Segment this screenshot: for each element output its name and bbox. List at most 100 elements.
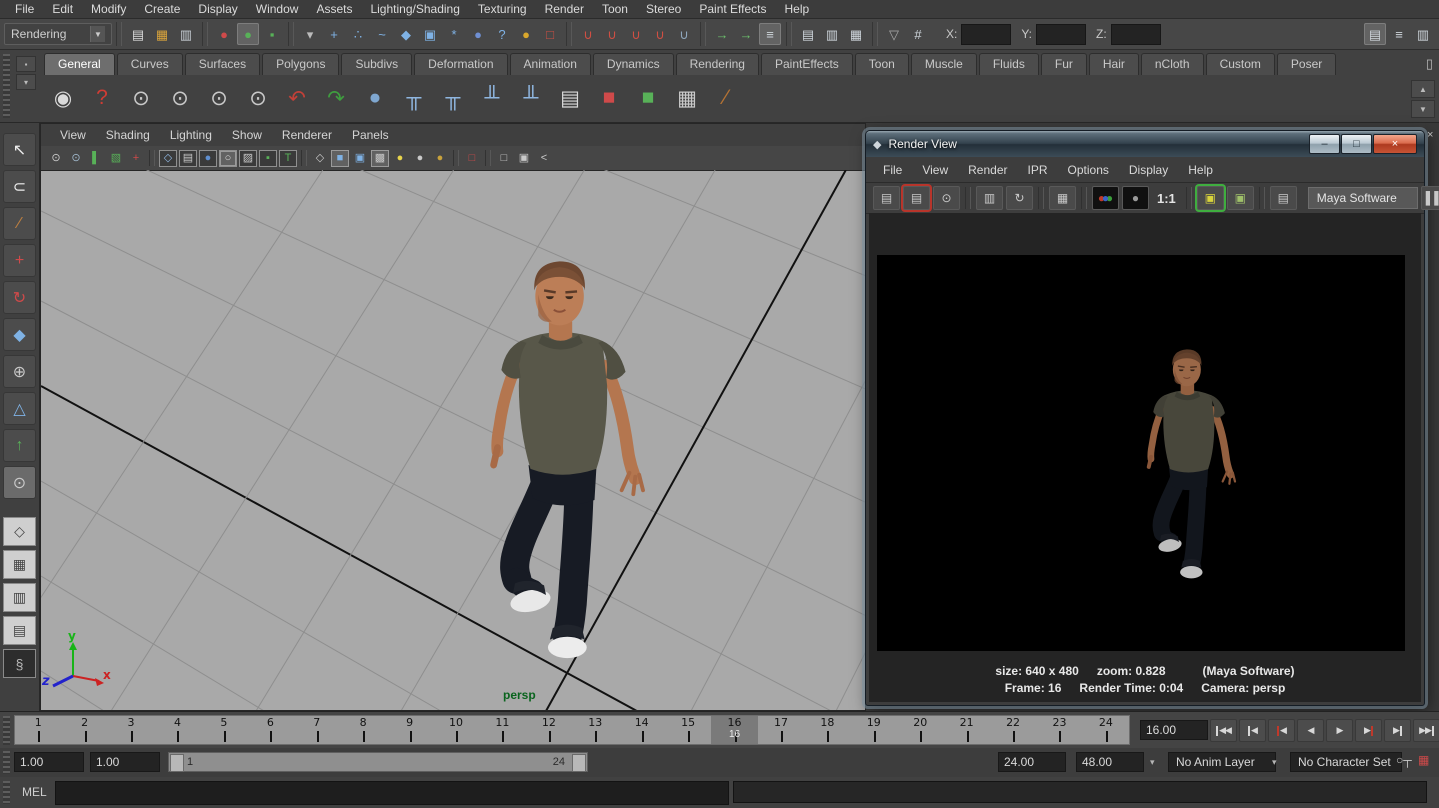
frame-6[interactable]: 6 [247,716,293,744]
paint-effects-icon[interactable]: ∕ [709,81,743,115]
frame-19[interactable]: 19 [851,716,897,744]
viewport-menu-panels[interactable]: Panels [343,126,398,144]
region-render-icon[interactable]: ▦ [1049,186,1076,210]
xray-icon[interactable]: □ [495,150,513,167]
flat-light-icon[interactable]: ● [411,150,429,167]
command-results-field[interactable] [733,781,1427,803]
channel-box-toggle-icon[interactable]: ▥ [1412,23,1434,45]
render-view-menu-help[interactable]: Help [1179,161,1222,179]
image-plane-icon[interactable]: ▧ [107,150,125,167]
menu-paint-effects[interactable]: Paint Effects [690,0,775,18]
toolbar-separator[interactable] [872,22,878,46]
input-connections-icon[interactable]: → [711,23,733,45]
rgb-channels-icon[interactable]: ● [1092,186,1119,210]
paint-select-tool[interactable]: ∕ [3,207,36,240]
select-component-icon[interactable]: ▪ [261,23,283,45]
animation-start-field[interactable] [14,752,84,772]
viewport-menu-show[interactable]: Show [223,126,271,144]
backface-culling-icon[interactable]: ▣ [515,150,533,167]
field-chart-icon[interactable]: ▪ [259,150,277,167]
frame-4[interactable]: 4 [154,716,200,744]
x-coordinate-input[interactable] [961,24,1011,45]
shelf-tab-curves[interactable]: Curves [117,53,183,75]
frame-18[interactable]: 18 [804,716,850,744]
shelf-tab-toon[interactable]: Toon [855,53,909,75]
render-current-frame-icon[interactable]: ▤ [797,23,819,45]
four-pane-layout[interactable]: ▦ [3,550,36,579]
joint-chain-icon-4[interactable]: ╨ [514,81,548,115]
select-hierarchy-icon[interactable]: ● [213,23,235,45]
shelf-grip[interactable] [3,54,10,118]
character-set-field[interactable]: No Character Set [1290,752,1402,772]
make-live-icon[interactable]: ∪ [673,23,695,45]
rangebar-grip[interactable] [3,751,10,774]
shelf-tab-hair[interactable]: Hair [1089,53,1139,75]
character-3d-model[interactable] [494,261,643,658]
joint-chain-icon-1[interactable]: ╥ [397,81,431,115]
select-object-icon[interactable]: ● [237,23,259,45]
rotate-tool[interactable]: ↻ [3,281,36,314]
tool-settings-toggle-icon[interactable]: ≡ [1388,23,1410,45]
render-view-menu-ipr[interactable]: IPR [1019,161,1057,179]
new-scene-icon[interactable]: ▤ [127,23,149,45]
shelf-tab-animation[interactable]: Animation [510,53,591,75]
safe-title-icon[interactable]: T [279,150,297,167]
viewport-menu-shading[interactable]: Shading [97,126,159,144]
lasso-select-tool[interactable]: ⊂ [3,170,36,203]
render-view-menu-file[interactable]: File [874,161,911,179]
shelf-row-toggle[interactable]: ▪ [16,56,36,72]
redo-icon[interactable]: ↷ [319,81,353,115]
field-mode-dropdown-icon[interactable]: ▽ [883,23,905,45]
shelf-scroll-up-button[interactable]: ▲ [1411,80,1435,98]
playblast-icon[interactable]: ◉ [46,81,80,115]
single-pane-layout[interactable]: ◇ [3,517,36,546]
panel-close-icon[interactable]: × [1427,129,1433,141]
mask-surfaces-icon[interactable]: ◆ [395,23,417,45]
frame-2[interactable]: 2 [61,716,107,744]
go-to-end-button[interactable]: ▶▶ [1413,719,1439,742]
open-scene-icon[interactable]: ▦ [151,23,173,45]
gate-mask-icon[interactable]: ▨ [239,150,257,167]
shelf-tab-toggle[interactable]: ▾ [16,74,36,90]
playback-options-dropdown-icon[interactable]: ▾ [1150,757,1155,768]
render-settings-icon[interactable]: ▦ [845,23,867,45]
delete-history-icon[interactable]: ● [358,81,392,115]
camera-orbit-icon[interactable]: ⊙ [124,81,158,115]
default-light-icon[interactable]: ● [431,150,449,167]
step-back-key-button[interactable]: ◀ [1268,719,1295,742]
mask-dropdown-icon[interactable]: ▾ [299,23,321,45]
timeline-grip[interactable] [3,716,10,745]
shelf-tab-polygons[interactable]: Polygons [262,53,339,75]
minimize-button[interactable]: – [1309,134,1340,154]
viewport-3d-canvas[interactable]: yxz persp [41,170,865,710]
lattice-icon[interactable]: ▦ [670,81,704,115]
mask-all-icon[interactable]: + [323,23,345,45]
trash-icon[interactable]: ▯ [1426,56,1433,72]
menu-toon[interactable]: Toon [593,0,637,18]
shelf-tab-painteffects[interactable]: PaintEffects [761,53,853,75]
use-all-lights-icon[interactable]: ▩ [371,150,389,167]
grease-pencil-icon[interactable]: + [127,150,145,167]
alpha-channel-icon[interactable]: ● [1122,186,1149,210]
frame-21[interactable]: 21 [943,716,989,744]
mask-deformations-icon[interactable]: ▣ [419,23,441,45]
soft-modification-tool[interactable]: △ [3,392,36,425]
hypershade-persp-layout[interactable]: § [3,649,36,678]
hypergraph-icon[interactable]: ▤ [553,81,587,115]
frame-17[interactable]: 17 [758,716,804,744]
render-view-menu-render[interactable]: Render [959,161,1016,179]
snap-point-icon[interactable]: ∪ [625,23,647,45]
menu-render[interactable]: Render [536,0,593,18]
playback-range-slider[interactable]: 1 24 [168,752,588,772]
shelf-tab-fluids[interactable]: Fluids [979,53,1039,75]
shelf-tab-dynamics[interactable]: Dynamics [593,53,674,75]
viewport-menu-renderer[interactable]: Renderer [273,126,341,144]
menu-display[interactable]: Display [189,0,246,18]
set-key-icon[interactable]: ○┬ [1396,753,1412,767]
menu-stereo[interactable]: Stereo [637,0,690,18]
viewport-menu-lighting[interactable]: Lighting [161,126,221,144]
outliner-persp-layout[interactable]: ▥ [3,583,36,612]
current-time-field[interactable] [1140,720,1208,740]
step-forward-frame-button[interactable]: ▶ [1384,719,1411,742]
joint-chain-icon-2[interactable]: ╥ [436,81,470,115]
